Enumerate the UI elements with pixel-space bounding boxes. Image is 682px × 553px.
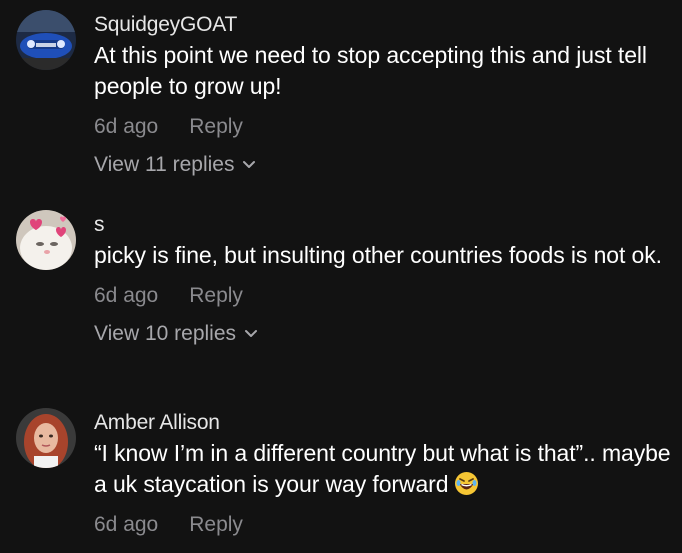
comment-timestamp: 6d ago [94, 115, 159, 138]
comment-meta: 6d ago Reply [94, 283, 672, 309]
white-cat-hearts-avatar-icon [16, 210, 76, 270]
laughing-face-emoji-icon [454, 471, 479, 496]
reply-button[interactable]: Reply [189, 114, 243, 140]
view-replies-button[interactable]: View 10 replies [94, 321, 672, 347]
reply-button[interactable]: Reply [189, 512, 243, 538]
comment-text: “I know I’m in a different country but w… [94, 438, 672, 500]
comment-timestamp: 6d ago [94, 284, 159, 307]
red-hair-woman-avatar-icon [16, 408, 76, 468]
blue-car-avatar-icon [16, 10, 76, 70]
comment-meta: 6d ago Reply [94, 114, 672, 140]
chevron-down-icon [244, 329, 258, 339]
comment-text-content: “I know I’m in a different country but w… [94, 440, 671, 497]
comment-text: picky is fine, but insulting other count… [94, 242, 662, 268]
comment-username[interactable]: SquidgeyGOAT [94, 12, 672, 38]
comment-username[interactable]: Amber Allison [94, 410, 672, 436]
avatar[interactable] [16, 408, 76, 468]
avatar[interactable] [16, 210, 76, 270]
comment-item: s picky is fine, but insulting other cou… [0, 198, 682, 388]
view-replies-label: View 11 replies [94, 153, 235, 176]
avatar[interactable] [16, 10, 76, 70]
comment-timestamp: 6d ago [94, 513, 159, 536]
comment-meta: 6d ago Reply [94, 512, 672, 538]
comment-username[interactable]: s [94, 212, 672, 238]
comment-text: At this point we need to stop accepting … [94, 42, 647, 99]
comment-item: SquidgeyGOAT At this point we need to st… [0, 0, 682, 190]
view-replies-button[interactable]: View 11 replies [94, 152, 672, 178]
chevron-down-icon [242, 160, 256, 170]
comment-item: Amber Allison “I know I’m in a different… [0, 398, 682, 553]
reply-button[interactable]: Reply [189, 283, 243, 309]
view-replies-label: View 10 replies [94, 322, 237, 345]
